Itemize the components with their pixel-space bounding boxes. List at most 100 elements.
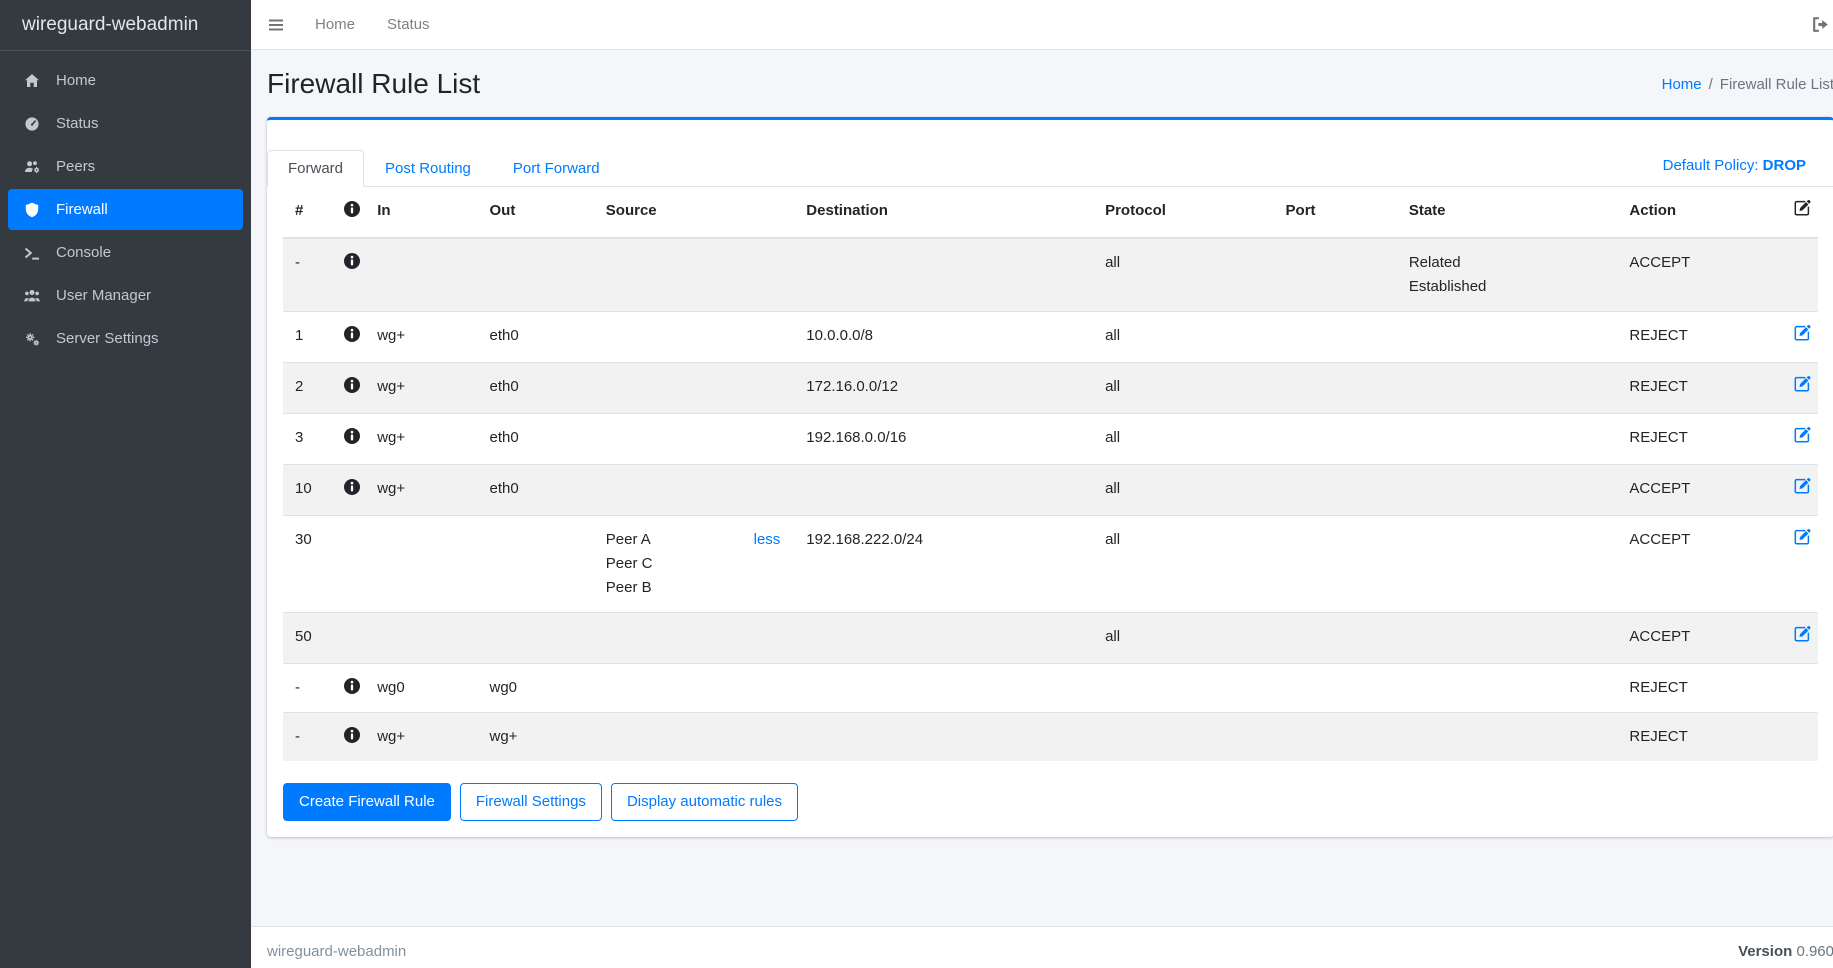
info-icon[interactable] xyxy=(343,478,361,496)
less-link[interactable]: less xyxy=(754,528,781,552)
sidebar-item-label: User Manager xyxy=(56,287,151,304)
cell-state: RelatedEstablished xyxy=(1397,238,1618,312)
table-row: -allRelatedEstablishedACCEPT xyxy=(283,238,1818,312)
edit-icon xyxy=(1793,324,1811,342)
cell-in-interface xyxy=(365,238,477,312)
cell-in-interface-value: wg0 xyxy=(377,679,405,696)
cell-action-value: REJECT xyxy=(1629,378,1687,395)
tab-forward[interactable]: Forward xyxy=(267,150,364,187)
firewall-rules-table: #InOutSourceDestinationProtocolPortState… xyxy=(283,187,1818,761)
column-header-protocol: Protocol xyxy=(1093,187,1273,238)
sidebar-item-user-manager[interactable]: User Manager xyxy=(8,275,243,316)
info-icon[interactable] xyxy=(343,726,361,744)
column-header-number: # xyxy=(283,187,331,238)
navbar-links: HomeStatus xyxy=(299,16,446,33)
cell-in-interface: wg+ xyxy=(365,713,477,762)
gears-icon xyxy=(24,331,56,347)
column-header-label: Source xyxy=(606,202,657,219)
tab-post-routing[interactable]: Post Routing xyxy=(364,150,492,187)
default-policy-link[interactable]: Default Policy: DROP xyxy=(1663,157,1806,174)
edit-icon xyxy=(1793,477,1811,495)
cell-destination-value: 192.168.0.0/16 xyxy=(806,429,906,446)
cell-state xyxy=(1397,363,1618,414)
cell-state xyxy=(1397,613,1618,664)
hamburger-icon[interactable] xyxy=(267,16,285,34)
cell-rule-number-value: - xyxy=(295,679,300,696)
cell-protocol-value: all xyxy=(1105,327,1120,344)
cell-info xyxy=(331,312,365,363)
navbar-link-home[interactable]: Home xyxy=(299,8,371,41)
cell-edit xyxy=(1781,363,1818,414)
cell-port xyxy=(1274,238,1397,312)
cell-out-interface: eth0 xyxy=(477,312,593,363)
display-automatic-rules-button[interactable]: Display automatic rules xyxy=(611,783,798,821)
edit-icon xyxy=(1793,426,1811,444)
edit-rule-button[interactable] xyxy=(1793,625,1811,643)
cell-action-value: ACCEPT xyxy=(1629,531,1690,548)
cell-rule-number-value: - xyxy=(295,728,300,745)
cell-info xyxy=(331,414,365,465)
cell-edit xyxy=(1781,414,1818,465)
column-header-label: Port xyxy=(1286,202,1316,219)
table-row: 10wg+eth0allACCEPT xyxy=(283,465,1818,516)
column-header-in: In xyxy=(365,187,477,238)
cell-action: ACCEPT xyxy=(1617,465,1780,516)
cell-in-interface-value: wg+ xyxy=(377,327,405,344)
cell-action: ACCEPT xyxy=(1617,238,1780,312)
cell-action: ACCEPT xyxy=(1617,613,1780,664)
sidebar-item-status[interactable]: Status xyxy=(8,103,243,144)
cell-action-value: REJECT xyxy=(1629,327,1687,344)
cell-destination-value: 10.0.0.0/8 xyxy=(806,327,873,344)
cell-info xyxy=(331,238,365,312)
navbar-link-status[interactable]: Status xyxy=(371,8,446,41)
info-icon[interactable] xyxy=(343,252,361,270)
cell-state xyxy=(1397,465,1618,516)
cell-rule-number: 1 xyxy=(283,312,331,363)
edit-rule-button[interactable] xyxy=(1793,375,1811,393)
info-icon[interactable] xyxy=(343,325,361,343)
table-row: 2wg+eth0172.16.0.0/12allREJECT xyxy=(283,363,1818,414)
cell-info xyxy=(331,713,365,762)
cell-edit xyxy=(1781,516,1818,613)
cell-rule-number-value: 2 xyxy=(295,378,303,395)
edit-rule-button[interactable] xyxy=(1793,477,1811,495)
main-column: HomeStatus Firewall Rule List Home/Firew… xyxy=(251,0,1833,968)
breadcrumb-home-link[interactable]: Home xyxy=(1662,76,1702,93)
edit-rule-button[interactable] xyxy=(1793,324,1811,342)
sidebar-item-firewall[interactable]: Firewall xyxy=(8,189,243,230)
cell-state xyxy=(1397,713,1618,762)
cell-protocol: all xyxy=(1093,516,1273,613)
cell-out-interface-value: wg+ xyxy=(489,728,517,745)
sidebar-item-peers[interactable]: Peers xyxy=(8,146,243,187)
info-icon xyxy=(343,200,361,218)
cell-destination-value: 172.16.0.0/12 xyxy=(806,378,898,395)
info-icon[interactable] xyxy=(343,427,361,445)
sidebar-item-server-settings[interactable]: Server Settings xyxy=(8,318,243,359)
info-icon[interactable] xyxy=(343,677,361,695)
tab-port-forward[interactable]: Port Forward xyxy=(492,150,621,187)
sidebar-item-home[interactable]: Home xyxy=(8,60,243,101)
table-row: 1 wg+ eth0 10.0.0.0/8 all REJECT xyxy=(283,312,1818,363)
cell-action: REJECT xyxy=(1617,312,1780,363)
cell-out-interface-value: eth0 xyxy=(489,480,518,497)
brand-link[interactable]: wireguard-webadmin xyxy=(0,0,251,51)
cell-action: ACCEPT xyxy=(1617,516,1780,613)
create-firewall-rule-button[interactable]: Create Firewall Rule xyxy=(283,783,451,821)
edit-rule-button[interactable] xyxy=(1793,426,1811,444)
sign-out-icon[interactable] xyxy=(1807,11,1833,38)
firewall-settings-button[interactable]: Firewall Settings xyxy=(460,783,602,821)
info-icon[interactable] xyxy=(343,376,361,394)
cell-protocol xyxy=(1093,713,1273,762)
cell-port xyxy=(1274,414,1397,465)
cell-destination xyxy=(794,613,1093,664)
edit-rule-button[interactable] xyxy=(1793,528,1811,546)
terminal-icon xyxy=(24,245,56,261)
cell-rule-number: 50 xyxy=(283,613,331,664)
sidebar-item-console[interactable]: Console xyxy=(8,232,243,273)
table-row: -wg+wg+REJECT xyxy=(283,713,1818,762)
cell-out-interface-value: eth0 xyxy=(489,378,518,395)
cell-protocol: all xyxy=(1093,414,1273,465)
cell-edit xyxy=(1781,613,1818,664)
cell-port xyxy=(1274,312,1397,363)
column-header-label: Destination xyxy=(806,202,888,219)
